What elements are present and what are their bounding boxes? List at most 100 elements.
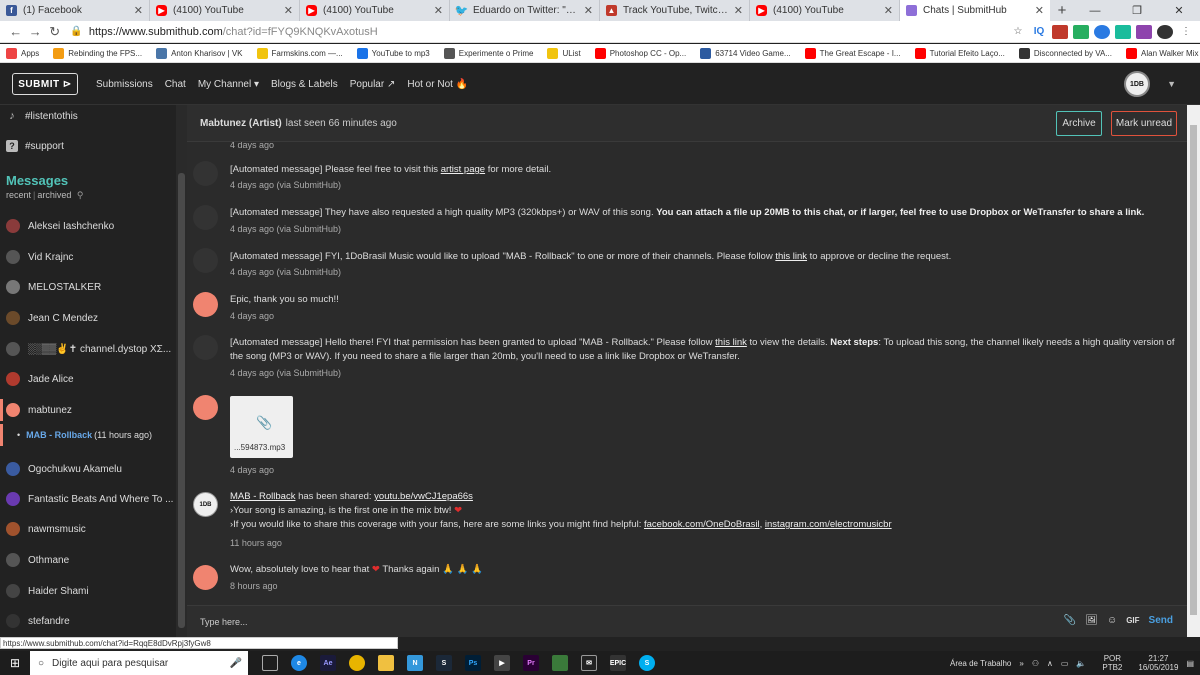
bookmark-item[interactable]: The Great Escape - I...	[804, 47, 901, 59]
mail-icon[interactable]: ✉	[581, 655, 597, 671]
nav-submissions[interactable]: Submissions	[96, 79, 153, 90]
file-attachment[interactable]: 📎 ...594873.mp3	[230, 396, 293, 458]
browser-tab[interactable]: ▶ (4100) YouTube ✕	[300, 0, 450, 21]
chrome-icon[interactable]	[349, 655, 365, 671]
reload-icon[interactable]: ↻	[45, 24, 64, 40]
browser-tab-active[interactable]: Chats | SubmitHub ✕	[900, 0, 1050, 21]
bookmark-item[interactable]: Experimente o Prime	[443, 47, 533, 59]
close-icon[interactable]: ✕	[434, 4, 443, 17]
new-tab-button[interactable]: +	[1050, 0, 1074, 21]
task-view-icon[interactable]	[262, 655, 278, 671]
bookmark-item[interactable]: Alan Walker Mix 20...	[1126, 47, 1200, 59]
instagram-link[interactable]: instagram.com/electromusicbr	[765, 519, 892, 530]
edge-icon[interactable]: e	[291, 655, 307, 671]
submit-button[interactable]: SUBMIT ⊳	[12, 73, 78, 95]
app-icon[interactable]: ▶	[494, 655, 510, 671]
archive-button[interactable]: Archive	[1056, 111, 1102, 136]
file-explorer-icon[interactable]	[378, 655, 394, 671]
browser-tab[interactable]: ▲Track YouTube, Twitch, Instagra✕	[600, 0, 750, 21]
extension-icon[interactable]	[1073, 24, 1089, 39]
forward-arrow-icon[interactable]: →	[25, 24, 44, 39]
bookmark-item[interactable]: Disconnected by VA...	[1018, 47, 1112, 59]
facebook-link[interactable]: facebook.com/OneDoBrasil	[644, 519, 760, 530]
image-icon[interactable]: 🖼	[1085, 615, 1098, 626]
filter-archived[interactable]: archived	[37, 190, 71, 200]
nav-my-channel[interactable]: My Channel ▾	[198, 79, 259, 90]
close-window-button[interactable]: ✕	[1158, 0, 1200, 21]
desktop-label[interactable]: Área de Trabalho	[950, 659, 1011, 668]
mark-unread-button[interactable]: Mark unread	[1111, 111, 1177, 136]
network-icon[interactable]: ▭	[1061, 659, 1069, 668]
windows-start-icon[interactable]: ⊞	[0, 651, 30, 675]
url-field[interactable]: 🔒 https://www.submithub.com/chat?id=fFYQ…	[70, 23, 1005, 41]
skype-icon[interactable]: S	[639, 655, 655, 671]
search-icon[interactable]: ⚲	[77, 190, 84, 200]
chevron-up-icon[interactable]: ∧	[1047, 659, 1053, 668]
bookmark-item[interactable]: Farmskins.com —...	[256, 47, 343, 59]
browser-tab[interactable]: 🐦Eduardo on Twitter: "Então, por i✕	[450, 0, 600, 21]
contact-item[interactable]: stefandre	[0, 610, 176, 632]
language-indicator[interactable]: POR PTB2	[1094, 654, 1122, 672]
message-composer[interactable]: Type here... 📎 🖼 ☺ GIF Send	[187, 605, 1187, 637]
contact-item[interactable]: Jean C Mendez	[0, 307, 176, 329]
nav-blogs-labels[interactable]: Blogs & Labels	[271, 79, 338, 90]
attach-icon[interactable]: 📎	[1064, 615, 1076, 626]
epic-games-icon[interactable]: EPIC	[610, 655, 626, 671]
gif-button[interactable]: GIF	[1126, 616, 1139, 625]
chat-contact-name[interactable]: Mabtunez (Artist)	[200, 118, 282, 129]
clock[interactable]: 21:27 16/05/2019	[1130, 654, 1178, 672]
contact-item[interactable]: ░░▒▒✌✝ channel.dystop ΧΣ...	[0, 338, 176, 360]
app-icon[interactable]: N	[407, 655, 423, 671]
back-arrow-icon[interactable]: ←	[6, 24, 25, 39]
nav-hot-or-not[interactable]: Hot or Not 🔥	[407, 79, 468, 90]
contact-item[interactable]: Vid Krajnc	[0, 246, 176, 268]
avatar[interactable]: 1DB	[1124, 71, 1150, 97]
nav-popular[interactable]: Popular ↗	[350, 79, 396, 90]
bookmark-item[interactable]: UList	[547, 47, 581, 59]
youtube-share-link[interactable]: youtu.be/vwCJ1epa66s	[374, 491, 473, 502]
premiere-icon[interactable]: Pr	[523, 655, 539, 671]
sidebar-scrollbar[interactable]	[176, 105, 187, 637]
view-details-link[interactable]: this link	[715, 337, 747, 348]
filter-recent[interactable]: recent	[6, 190, 31, 200]
apps-bookmark[interactable]: Apps	[6, 47, 39, 59]
bookmark-item[interactable]: 63714 Video Game...	[700, 47, 791, 59]
contact-item[interactable]: Fantastic Beats And Where To ...	[0, 488, 176, 510]
bookmark-item[interactable]: Photoshop CC - Op...	[594, 47, 686, 59]
close-icon[interactable]: ✕	[734, 4, 743, 17]
after-effects-icon[interactable]: Ae	[320, 655, 336, 671]
close-icon[interactable]: ✕	[584, 4, 593, 17]
extension-icon[interactable]	[1052, 24, 1068, 39]
contact-item[interactable]: MELOSTALKER	[0, 276, 176, 298]
taskbar-search-input[interactable]: ○ Digite aqui para pesquisar 🎤	[30, 651, 248, 675]
notifications-icon[interactable]: ▤	[1186, 659, 1194, 668]
contact-item[interactable]: mabtunez	[0, 399, 176, 421]
browser-tab[interactable]: f (1) Facebook ✕	[0, 0, 150, 21]
star-icon[interactable]: ☆	[1010, 25, 1026, 39]
bookmark-item[interactable]: Rebinding the FPS...	[53, 47, 142, 59]
contact-item[interactable]: Haider Shami	[0, 580, 176, 602]
photoshop-icon[interactable]: Ps	[465, 655, 481, 671]
close-icon[interactable]: ✕	[884, 4, 893, 17]
bookmark-item[interactable]: YouTube to mp3	[356, 47, 430, 59]
contact-item[interactable]: Jade Alice	[0, 368, 176, 390]
chevron-up-icon[interactable]: »	[1019, 659, 1023, 668]
close-icon[interactable]: ✕	[1035, 4, 1044, 17]
extension-icon[interactable]	[1094, 24, 1110, 39]
page-scrollbar[interactable]	[1187, 105, 1200, 637]
contact-item[interactable]: Ogochukwu Akamelu	[0, 458, 176, 480]
close-icon[interactable]: ✕	[284, 4, 293, 17]
contact-item[interactable]: nawmsmusic	[0, 518, 176, 540]
song-link[interactable]: MAB - Rollback	[230, 491, 295, 502]
extension-icon[interactable]: IQ	[1031, 25, 1047, 39]
send-button[interactable]: Send	[1149, 615, 1173, 626]
menu-icon[interactable]: ⋮	[1178, 25, 1194, 39]
restore-button[interactable]: ❐	[1116, 0, 1158, 21]
profile-icon[interactable]	[1157, 24, 1173, 39]
browser-tab[interactable]: ▶ (4100) YouTube ✕	[150, 0, 300, 21]
bookmark-item[interactable]: Tutorial Efeito Laço...	[914, 47, 1005, 59]
conversation-song-item[interactable]: • MAB - Rollback (11 hours ago)	[0, 424, 176, 446]
extension-icon[interactable]	[1136, 24, 1152, 39]
bookmark-item[interactable]: Anton Kharisov | VK	[156, 47, 243, 59]
microphone-icon[interactable]: 🎤	[230, 658, 242, 669]
